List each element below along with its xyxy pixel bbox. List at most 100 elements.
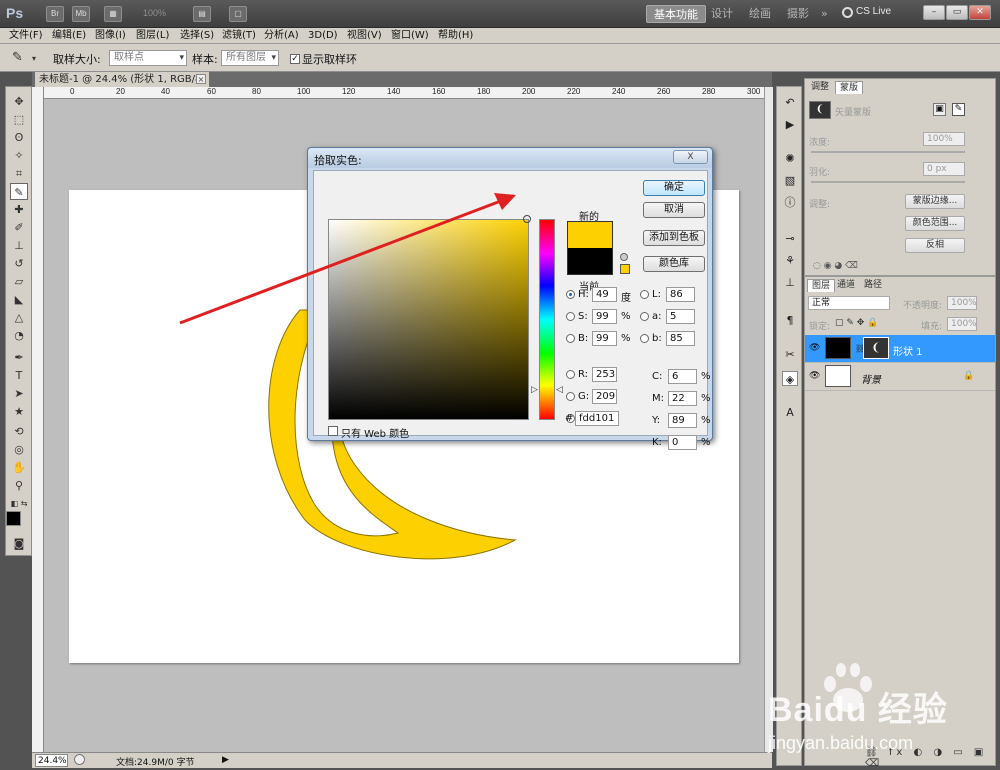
lasso-tool-icon[interactable]: ʘ xyxy=(10,129,28,146)
lab-a-radio[interactable] xyxy=(640,312,649,321)
info-panel-icon[interactable]: ⓘ xyxy=(782,195,798,210)
more-workspaces-button[interactable]: » xyxy=(814,5,835,23)
workspace-painting[interactable]: 绘画 xyxy=(742,5,778,23)
tool-presets-panel-icon[interactable]: ⊥ xyxy=(782,275,798,290)
zoom-field[interactable]: 24.4% xyxy=(35,754,68,767)
hex-field[interactable]: fdd101 xyxy=(575,411,619,426)
menu-edit[interactable]: 编辑(E) xyxy=(52,28,86,44)
menu-filter[interactable]: 滤镜(T) xyxy=(222,28,256,44)
add-to-swatches-button[interactable]: 添加到色板 xyxy=(643,230,705,246)
clone-stamp-tool-icon[interactable]: ⊥ xyxy=(10,237,28,254)
cs-live-icon[interactable] xyxy=(842,7,853,18)
menu-window[interactable]: 窗口(W) xyxy=(391,28,429,44)
restore-button[interactable]: ▭ xyxy=(946,5,968,20)
density-field[interactable]: 100% xyxy=(923,132,965,146)
density-slider[interactable] xyxy=(811,151,965,153)
shape-tool-icon[interactable]: ★ xyxy=(10,403,28,420)
screen-mode-icon[interactable]: ▢ xyxy=(229,6,247,22)
menu-help[interactable]: 帮助(H) xyxy=(438,28,473,44)
zoom-level-preset[interactable]: 100% xyxy=(143,8,166,18)
brushes-panel-icon[interactable]: ⊸ xyxy=(782,231,798,246)
show-ring-checkbox[interactable]: ✓ xyxy=(290,54,300,64)
paint-bucket-tool-icon[interactable]: ◣ xyxy=(10,291,28,308)
hue-slider-left-arrow-icon[interactable]: ▷ xyxy=(531,385,538,395)
tools-presets-icon[interactable]: ✂ xyxy=(782,347,798,362)
lab-l-field[interactable]: 86 xyxy=(666,287,695,302)
document-vertical-scrollbar[interactable] xyxy=(764,87,773,752)
mini-bridge-icon[interactable]: Mb xyxy=(72,6,90,22)
mask-footer-icons[interactable]: ◌ ◉ ◕ ⌫ xyxy=(813,261,858,271)
status-menu-arrow-icon[interactable]: ▶ xyxy=(222,755,229,765)
3d-panel-icon[interactable]: ✺ xyxy=(782,151,798,166)
lab-l-radio[interactable] xyxy=(640,290,649,299)
mask-edge-button[interactable]: 蒙版边缘... xyxy=(905,194,965,209)
green-field[interactable]: 209 xyxy=(592,389,617,404)
lab-a-field[interactable]: 5 xyxy=(666,309,695,324)
color-range-button[interactable]: 颜色范围... xyxy=(905,216,965,231)
eyedropper-tool-icon[interactable]: ✎ xyxy=(10,183,28,200)
feather-field[interactable]: 0 px xyxy=(923,162,965,176)
clone-source-panel-icon[interactable]: ⚘ xyxy=(782,253,798,268)
character-panel-icon[interactable]: A xyxy=(782,405,798,420)
foreground-color-swatch[interactable] xyxy=(6,511,21,526)
tab-paths[interactable]: 路径 xyxy=(860,279,886,292)
invert-button[interactable]: 反相 xyxy=(905,238,965,253)
zoom-tool-icon[interactable]: ⚲ xyxy=(10,477,28,494)
launch-bridge-icon[interactable]: Br xyxy=(46,6,64,22)
tab-masks[interactable]: 蒙版 xyxy=(835,81,864,94)
red-radio[interactable] xyxy=(566,370,575,379)
pixel-mask-icon[interactable]: ▣ xyxy=(933,103,946,116)
hand-tool-icon[interactable]: ✋ xyxy=(10,459,28,476)
path-selection-tool-icon[interactable]: ➤ xyxy=(10,385,28,402)
feather-slider[interactable] xyxy=(811,181,965,183)
cs-live-button[interactable]: CS Live xyxy=(856,6,891,17)
actions-panel-icon[interactable]: ▶ xyxy=(782,117,798,132)
menu-select[interactable]: 选择(S) xyxy=(180,28,214,44)
menu-3d[interactable]: 3D(D) xyxy=(308,28,338,44)
menu-file[interactable]: 文件(F) xyxy=(9,28,43,44)
red-field[interactable]: 253 xyxy=(592,367,617,382)
hue-field[interactable]: 49 xyxy=(592,287,617,302)
eye-icon[interactable]: 👁 xyxy=(809,343,820,353)
eraser-tool-icon[interactable]: ▱ xyxy=(10,273,28,290)
cancel-button[interactable]: 取消 xyxy=(643,202,705,218)
web-safe-color-chip[interactable] xyxy=(620,264,630,274)
view-extras-icon[interactable]: ▦ xyxy=(104,6,122,22)
lock-icons[interactable]: ▢ ✎ ✥ 🔒 xyxy=(835,318,878,328)
lab-b-radio[interactable] xyxy=(640,334,649,343)
layer-name[interactable]: 形状 1 xyxy=(893,343,923,358)
hue-slider[interactable] xyxy=(539,219,555,420)
saturation-radio[interactable] xyxy=(566,312,575,321)
default-colors-icon[interactable]: ◧ ⇆ xyxy=(10,495,28,512)
histogram-panel-icon[interactable]: ▧ xyxy=(782,173,798,188)
chevron-down-icon[interactable]: ▾ xyxy=(32,54,36,63)
menu-view[interactable]: 视图(V) xyxy=(347,28,382,44)
tab-adjustments[interactable]: 调整 xyxy=(807,81,833,94)
3d-rotate-tool-icon[interactable]: ⟲ xyxy=(10,423,28,440)
hue-radio[interactable] xyxy=(566,290,575,299)
arrange-documents-icon[interactable]: ▤ xyxy=(193,6,211,22)
brightness-field[interactable]: 99 xyxy=(592,331,617,346)
sample-size-select[interactable]: 取样点 xyxy=(109,50,187,66)
history-brush-tool-icon[interactable]: ↺ xyxy=(10,255,28,272)
layer-row-background[interactable]: 👁 背景 🔒 xyxy=(805,363,995,391)
brightness-radio[interactable] xyxy=(566,334,575,343)
marquee-tool-icon[interactable]: ⬚ xyxy=(10,111,28,128)
history-panel-icon[interactable]: ↶ xyxy=(782,95,798,110)
3d-orbit-tool-icon[interactable]: ◎ xyxy=(10,441,28,458)
type-tool-icon[interactable]: T xyxy=(10,367,28,384)
quick-mask-icon[interactable]: ◙ xyxy=(10,535,28,552)
web-colors-only-checkbox[interactable] xyxy=(328,426,338,436)
blur-tool-icon[interactable]: △ xyxy=(10,309,28,326)
layer-row-shape[interactable]: 👁 ⛓ ❨ 形状 1 xyxy=(805,335,995,363)
yellow-field[interactable]: 89 xyxy=(668,413,697,428)
quick-select-tool-icon[interactable]: ✧ xyxy=(10,147,28,164)
workspace-photography[interactable]: 摄影 xyxy=(780,5,816,23)
healing-brush-tool-icon[interactable]: ✚ xyxy=(10,201,28,218)
workspace-design[interactable]: 设计 xyxy=(704,5,740,23)
dodge-tool-icon[interactable]: ◔ xyxy=(10,327,28,344)
fill-field[interactable]: 100% xyxy=(947,317,977,331)
cyan-field[interactable]: 6 xyxy=(668,369,697,384)
blend-mode-select[interactable]: 正常 xyxy=(808,296,890,310)
swatches-panel-icon[interactable]: ◈ xyxy=(782,371,798,386)
